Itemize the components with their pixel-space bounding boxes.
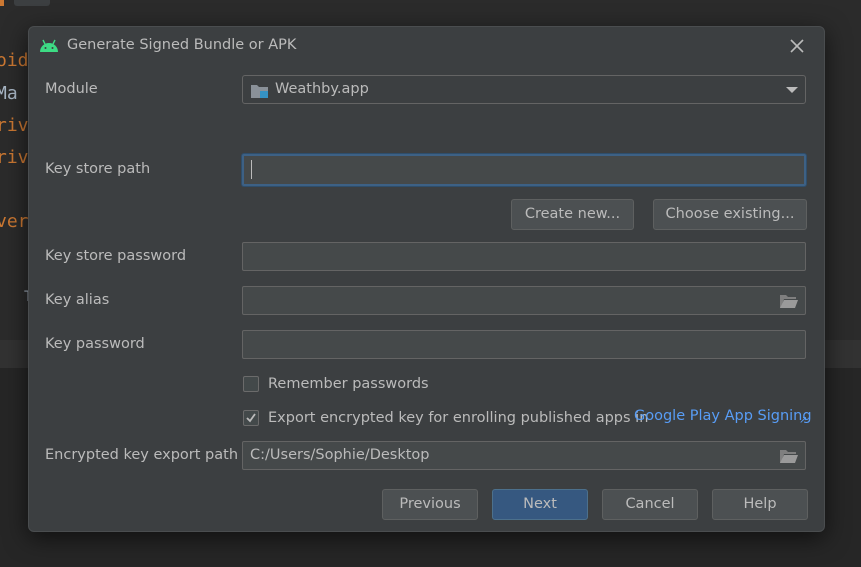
encrypted-key-export-path-label: Encrypted key export path [45, 447, 239, 463]
key-password-label: Key password [45, 336, 145, 352]
key-alias-label: Key alias [45, 292, 110, 308]
create-new-button[interactable]: Create new... [511, 199, 634, 230]
collapsed-code-dots: … [14, 0, 50, 6]
code-fragment: riv [0, 147, 29, 168]
close-icon[interactable] [788, 37, 806, 55]
cancel-button[interactable]: Cancel [602, 489, 698, 520]
module-value: Weathby.app [275, 81, 369, 97]
code-fragment: Ma [0, 83, 18, 104]
code-fragment: ver [0, 211, 29, 232]
folder-open-icon[interactable] [780, 294, 798, 308]
key-store-path-label: Key store path [45, 161, 151, 177]
help-button[interactable]: Help [712, 489, 808, 520]
export-encrypted-key-label: Export encrypted key for enrolling publi… [268, 410, 649, 426]
module-folder-icon [251, 85, 268, 98]
key-store-path-input[interactable] [242, 154, 806, 186]
google-play-app-signing-link[interactable]: Google Play App Signing [634, 408, 812, 424]
generate-signed-bundle-dialog: Generate Signed Bundle or APK Module Wea… [28, 26, 825, 532]
encrypted-key-export-path-value: C:/Users/Sophie/Desktop [250, 447, 430, 463]
android-icon [40, 39, 58, 52]
choose-existing-button[interactable]: Choose existing... [653, 199, 807, 230]
previous-button[interactable]: Previous [382, 489, 478, 520]
key-store-password-label: Key store password [45, 248, 187, 264]
export-encrypted-key-checkbox[interactable] [243, 410, 259, 426]
chevron-down-icon[interactable] [786, 87, 798, 93]
key-store-password-input[interactable] [242, 242, 806, 271]
folder-open-icon[interactable] [780, 449, 798, 463]
module-label: Module [45, 81, 98, 97]
text-caret [251, 160, 252, 179]
code-fragment: oid [0, 50, 29, 71]
checkmark-icon [246, 413, 256, 423]
editor-marker [0, 0, 4, 6]
remember-passwords-checkbox[interactable] [243, 376, 259, 392]
key-alias-input[interactable] [242, 286, 806, 315]
dialog-title: Generate Signed Bundle or APK [67, 37, 297, 53]
remember-passwords-label: Remember passwords [268, 376, 429, 392]
code-fragment: riv [0, 115, 29, 136]
dialog-title-bar: Generate Signed Bundle or APK [29, 27, 824, 65]
key-password-input[interactable] [242, 330, 806, 359]
encrypted-key-export-path-input[interactable]: C:/Users/Sophie/Desktop [242, 441, 806, 470]
next-button[interactable]: Next [492, 489, 588, 520]
module-select[interactable]: Weathby.app [242, 75, 806, 104]
external-link-arrow-icon: ↗ [799, 415, 808, 426]
